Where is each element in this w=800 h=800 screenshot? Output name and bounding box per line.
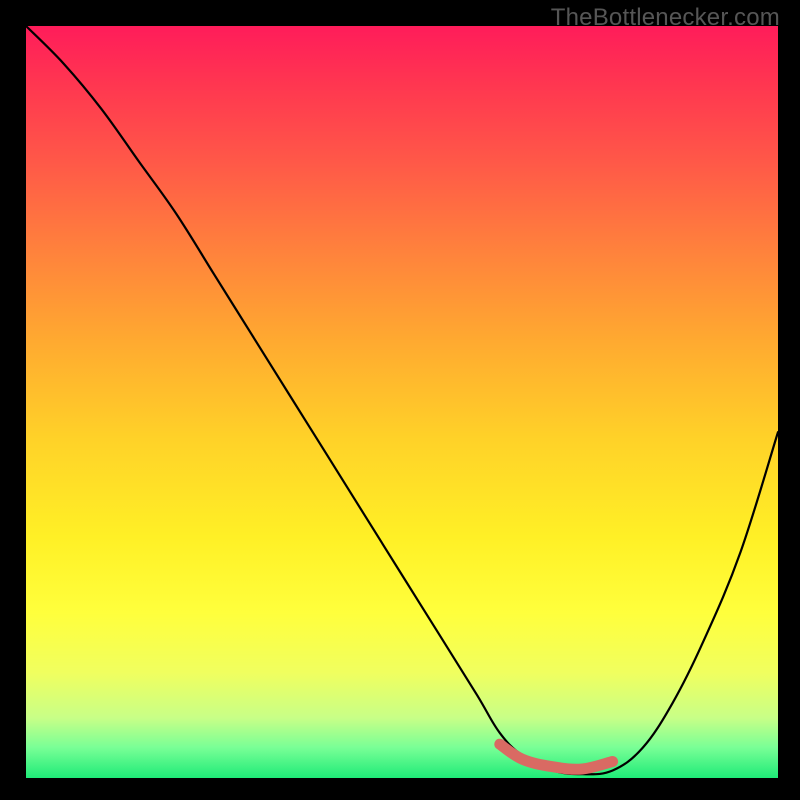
chart-frame: TheBottlenecker.com (0, 0, 800, 800)
curve-layer (26, 26, 778, 778)
plot-area (26, 26, 778, 778)
optimal-range-highlight (500, 744, 613, 769)
watermark-text: TheBottlenecker.com (551, 4, 780, 32)
bottleneck-curve-path (26, 26, 778, 774)
